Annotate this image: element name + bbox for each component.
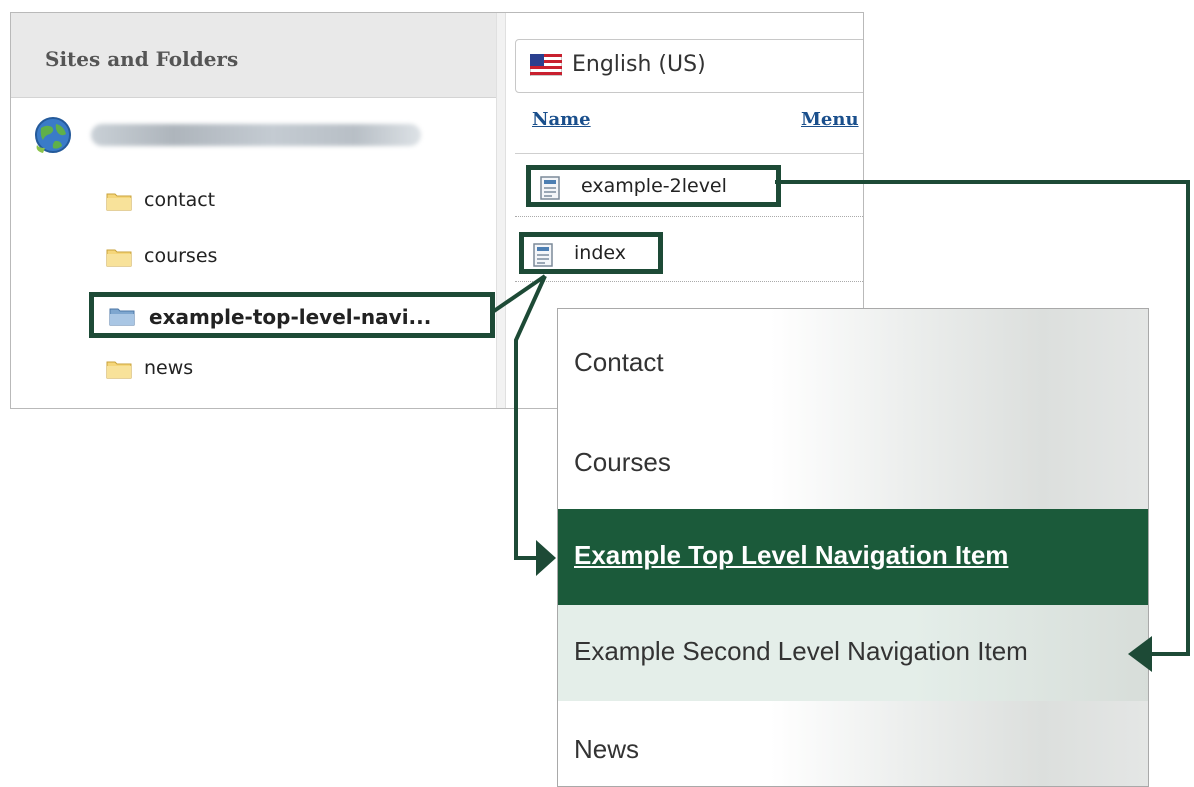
site-name-redacted (91, 124, 421, 146)
folder-label: courses (144, 245, 218, 267)
sites-and-folders-pane: Sites and Folders contact courses exampl… (11, 13, 496, 408)
nav-item-example-second-level[interactable]: Example Second Level Navigation Item (558, 605, 1148, 701)
page-item-index[interactable]: index (519, 232, 663, 274)
folder-label: contact (144, 189, 216, 211)
nav-item-contact[interactable]: Contact (558, 309, 1148, 409)
folder-label: example-top-level-navi... (149, 305, 432, 329)
nav-item-label: Courses (574, 447, 671, 477)
site-item[interactable] (33, 113, 453, 159)
column-header-name[interactable]: Name (532, 109, 591, 130)
row-divider (515, 216, 863, 217)
us-flag-icon (530, 54, 562, 76)
nav-item-example-top-level[interactable]: Example Top Level Navigation Item (558, 509, 1148, 605)
page-icon (540, 176, 560, 200)
folder-icon (106, 193, 132, 211)
pane-title: Sites and Folders (45, 47, 239, 71)
folder-icon (106, 249, 132, 267)
nav-item-label: Example Second Level Navigation Item (574, 636, 1028, 666)
page-label: index (574, 242, 626, 264)
column-header-menu[interactable]: Menu (801, 109, 859, 130)
globe-icon (35, 117, 71, 153)
nav-item-label: Contact (574, 347, 664, 377)
nav-item-label: News (574, 734, 640, 764)
page-label: example-2level (581, 175, 727, 197)
header-divider (515, 153, 863, 154)
folder-icon (106, 361, 132, 379)
pane-header: Sites and Folders (11, 13, 496, 98)
page-icon (533, 243, 553, 267)
arrow-head-right (536, 540, 556, 576)
row-divider (515, 281, 863, 282)
language-selector[interactable]: English (US) (515, 39, 863, 93)
language-label: English (US) (572, 52, 706, 77)
nav-item-label: Example Top Level Navigation Item (574, 540, 1009, 570)
website-navigation-menu: Contact Courses Example Top Level Naviga… (557, 308, 1149, 787)
page-item-example-2level[interactable]: example-2level (526, 165, 781, 207)
folder-open-icon (109, 308, 135, 326)
folder-label: news (144, 357, 194, 379)
nav-item-courses[interactable]: Courses (558, 409, 1148, 509)
nav-item-news[interactable]: News (558, 701, 1148, 786)
folder-item-example-top-level[interactable]: example-top-level-navi... (89, 292, 495, 338)
